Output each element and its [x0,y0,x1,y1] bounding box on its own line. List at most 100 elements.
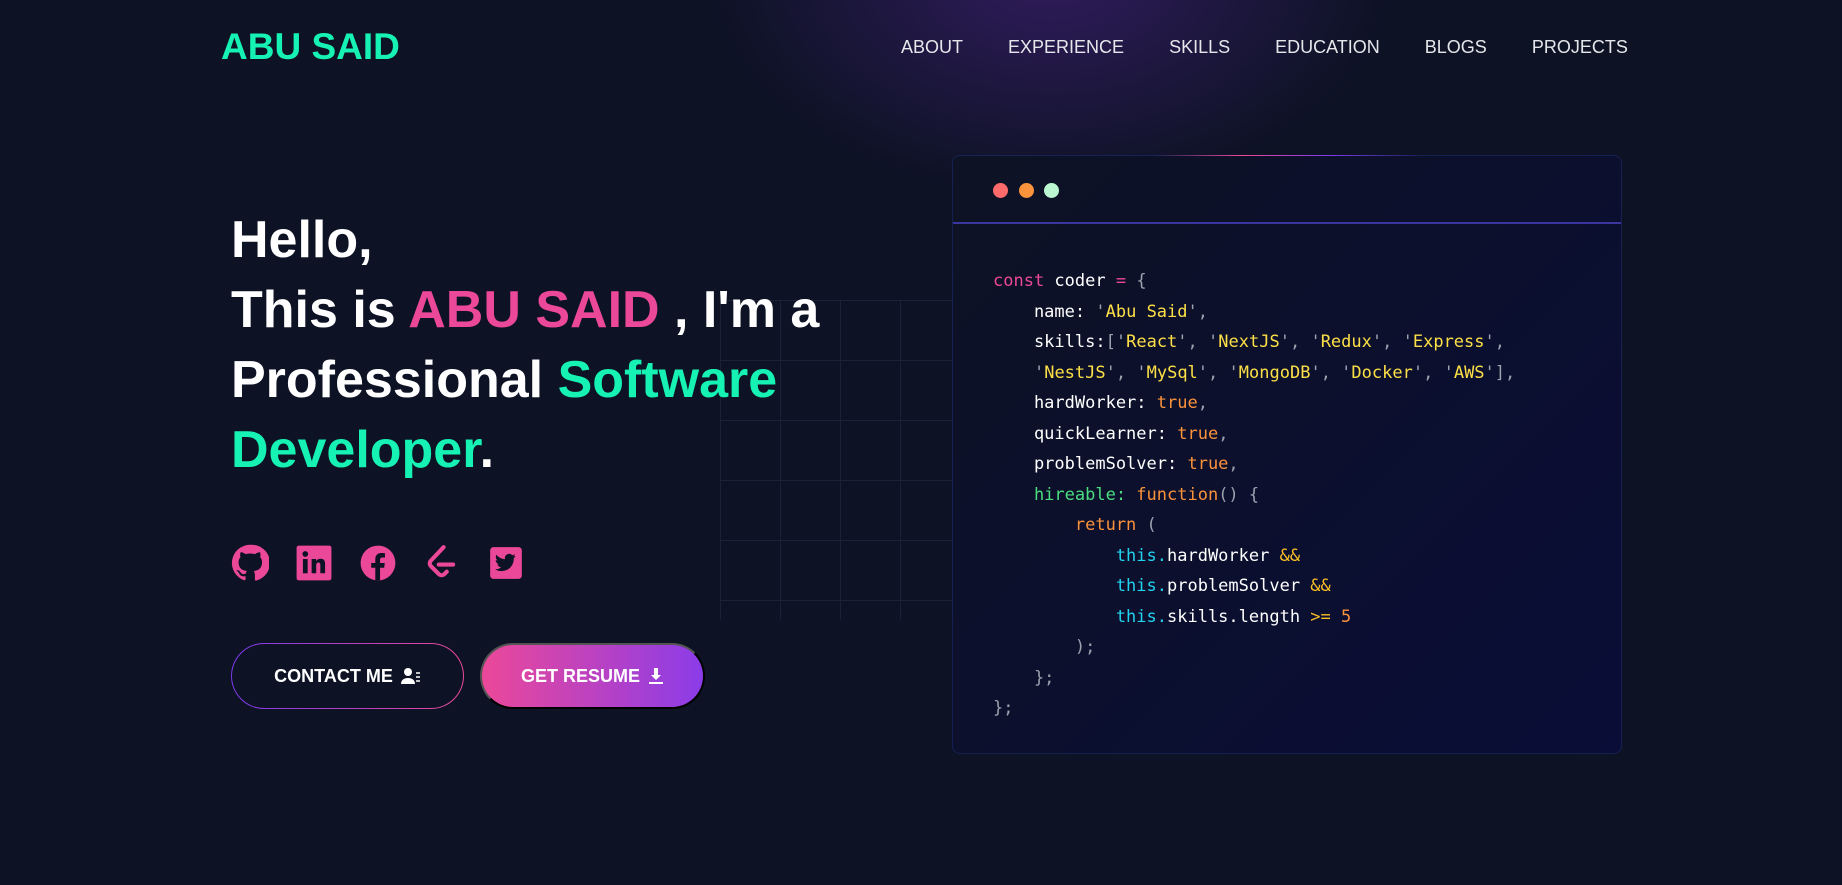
code-token: quickLearner: [993,423,1178,444]
code-line: skills:['React', 'NextJS', 'Redux', 'Exp… [993,327,1515,358]
nav-skills[interactable]: SKILLS [1169,37,1230,58]
code-token: skills [993,332,1096,352]
code-token: ' [1443,362,1454,383]
code-token: , [1228,454,1239,474]
window-dot-red [993,183,1008,198]
hero-text: , I'm a [659,281,820,339]
code-token: hireable: [993,484,1137,505]
code-token: ' [1095,301,1106,322]
hero-name: ABU SAID [408,281,660,339]
code-token: ' [1115,332,1127,352]
code-token: && [1310,576,1331,596]
linkedin-icon[interactable] [295,544,333,582]
code-token: >= [1310,606,1331,627]
twitter-icon[interactable] [487,544,525,582]
code-token: , [1289,332,1311,352]
code-token: Abu Said [1105,301,1188,322]
code-line: quickLearner: true, [993,419,1515,450]
code-token: , [1197,301,1209,322]
social-links [231,544,525,582]
code-token: MongoDB [1238,362,1311,383]
leetcode-icon[interactable] [423,544,461,582]
code-token: problemSolver [1167,576,1311,596]
code-window-header [953,155,1621,224]
code-token: ' [1484,362,1495,383]
window-dot-green [1044,183,1059,198]
code-line: problemSolver: true, [993,449,1515,480]
code-token: ' [1105,362,1116,383]
nav-education[interactable]: EDUCATION [1275,37,1380,58]
code-line: hardWorker: true, [993,388,1515,419]
code-line: return ( [993,510,1515,541]
get-resume-button[interactable]: GET RESUME [480,643,705,709]
code-token: true [1177,423,1219,444]
code-token: ' [1279,332,1290,352]
code-token: ' [1136,362,1147,383]
code-token: this. [993,576,1167,596]
code-line: ); [993,632,1515,663]
nav-blogs[interactable]: BLOGS [1425,37,1487,58]
download-icon [649,668,663,684]
hero-greeting: Hello, [231,211,373,269]
facebook-icon[interactable] [359,544,397,582]
code-line: }; [993,693,1515,724]
window-dot-orange [1019,183,1034,198]
code-token: () { [1218,484,1260,505]
code-token: ' [1341,362,1352,383]
code-token: , [1320,362,1342,383]
code-token: , [1208,362,1229,383]
code-line: this.problemSolver && [993,571,1515,602]
code-token: , [1187,332,1209,352]
contact-me-label: CONTACT ME [274,665,393,686]
hero-role: Software [557,351,778,409]
code-token: ' [1177,332,1188,352]
code-token: ' [1310,362,1321,383]
hero-role: Developer [231,421,480,479]
code-token: AWS [1453,362,1485,383]
code-token: const [993,271,1045,291]
nav-projects[interactable]: PROJECTS [1532,37,1628,58]
logo[interactable]: ABU SAID [221,26,400,68]
code-token: MySql [1146,362,1198,383]
code-window: const coder = { name: 'Abu Said', skills… [952,155,1622,754]
nav-experience[interactable]: EXPERIENCE [1008,37,1124,58]
code-token: }; [993,698,1014,718]
code-token: true [1156,393,1198,413]
code-line: name: 'Abu Said', [993,297,1515,328]
code-token: ' [1187,301,1198,322]
hero-text: This is [231,281,409,339]
code-token: this. [993,545,1167,566]
contact-card-icon [400,668,420,684]
code-token: React [1126,332,1178,352]
code-token: , [1382,332,1403,352]
github-icon[interactable] [231,544,270,582]
hero-heading: Hello, This is ABU SAID , I'm a Professi… [231,205,851,485]
code-token: Express [1412,332,1485,352]
code-token: NestJS [1044,362,1106,383]
code-line: hireable: function() { [993,480,1515,511]
nav-about[interactable]: ABOUT [901,37,963,58]
code-token: { [1126,271,1147,291]
code-token: ); [993,637,1096,657]
code-token: problemSolver: [993,454,1188,474]
code-token: ' [1371,332,1383,352]
code-token: , [1423,362,1444,383]
code-token: ' [1228,362,1239,383]
code-token: name [993,301,1075,322]
code-token: ' [1033,362,1045,383]
code-token: , [1218,423,1229,444]
code-token: true [1187,454,1229,474]
code-token: [ [1105,332,1116,352]
code-token: : [1074,301,1096,322]
code-token: ' [1197,362,1209,383]
contact-me-button[interactable]: CONTACT ME [231,643,464,709]
code-token: hardWorker: [993,393,1157,413]
code-block: const coder = { name: 'Abu Said', skills… [993,266,1515,724]
code-token: Docker [1351,362,1413,383]
code-token: return [993,515,1137,535]
code-token: ], [1494,362,1516,383]
get-resume-label: GET RESUME [520,665,640,686]
hero-period: . [479,421,495,479]
code-token: function [1136,484,1219,505]
code-token: , [1197,393,1208,413]
